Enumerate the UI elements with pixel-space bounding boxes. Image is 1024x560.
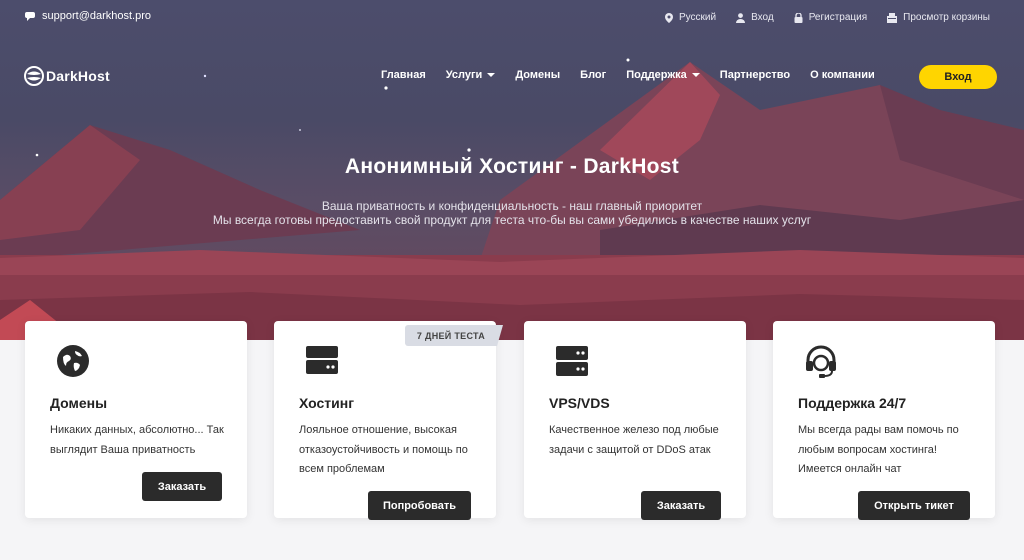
card-description: Никаких данных, абсолютно... Так выгляди… [50,424,224,456]
logo-icon [24,66,44,86]
location-pin-icon [664,12,673,23]
try-hosting-button[interactable]: Попробовать [368,491,471,520]
nav-item-label: Блог [580,69,607,81]
hero-banner: support@darkhost.pro Русский Вход Регист… [0,0,1024,340]
logo[interactable]: DarkHost [24,66,110,86]
nav-item-label: О компании [810,69,875,81]
hero-title: Анонимный Хостинг - DarkHost [344,155,680,178]
chevron-down-icon [487,73,496,77]
server-icon [306,346,338,374]
nav-item-label: Поддержка [626,69,687,81]
user-icon [736,12,746,23]
nav-item-label: Главная [381,69,426,81]
lock-icon [794,12,803,23]
nav-item-partnership[interactable]: Партнерство [720,69,790,81]
nav-item-home[interactable]: Главная [381,69,426,81]
card-description: Лояльное отношение, высокая отказоустойч… [299,424,468,475]
signin-label: Вход [751,12,774,23]
nav-item-domains[interactable]: Домены [515,69,560,81]
open-ticket-button[interactable]: Открыть тикет [858,491,970,520]
hero-subtitle: Ваша приватность и конфиденциальность - … [0,199,1024,227]
card-title: VPS/VDS [549,395,610,411]
hero-subtitle-line2: Мы всегда готовы предоставить свой проду… [212,213,812,227]
card-title: Хостинг [299,395,355,411]
nav-item-label: Партнерство [719,69,791,81]
login-button[interactable]: Вход [919,65,997,89]
card-hosting: Хостинг Лояльное отношение, высокая отка… [274,321,496,520]
card-domains: Домены Никаких данных, абсолютно... Так … [25,321,247,518]
signin-link[interactable]: Вход [736,12,774,23]
card-vps: VPS/VDS Качественное железо под любые за… [524,321,746,520]
language-label: Русский [678,12,717,23]
nav-item-services[interactable]: Услуги [446,69,496,81]
main-nav: DarkHost Главная Услуги Домены Блог Подд… [0,60,1024,94]
register-link[interactable]: Регистрация [794,12,867,23]
card-support: Поддержка 24/7 Мы всегда рады вам помочь… [773,321,995,520]
nav-menu: Главная Услуги Домены Блог Поддержка Пар… [381,69,875,81]
server-stack-icon [556,346,588,376]
trial-ribbon: 7 ДНЕЙ ТЕСТА [405,325,503,346]
chat-bubble-icon [25,12,35,21]
headset-icon [806,345,836,378]
language-link[interactable]: Русский [664,12,717,23]
chevron-down-icon [691,73,700,77]
card-title: Поддержка 24/7 [798,395,907,411]
nav-item-label: Домены [515,69,561,81]
card-title: Домены [50,395,108,411]
card-description: Качественное железо под любые задачи с з… [549,424,719,456]
support-email-text: support@darkhost.pro [42,10,152,22]
support-email[interactable]: support@darkhost.pro [25,10,151,22]
register-label: Регистрация [808,12,868,23]
nav-item-support[interactable]: Поддержка [626,69,700,81]
cart-icon [887,12,898,23]
nav-item-label: Услуги [445,69,483,81]
globe-icon [57,345,89,377]
order-vps-button[interactable]: Заказать [641,491,721,520]
logo-text: DarkHost [46,68,110,84]
nav-item-about[interactable]: О компании [810,69,875,81]
top-bar: support@darkhost.pro Русский Вход Регист… [0,0,1024,36]
order-domain-button[interactable]: Заказать [142,472,222,501]
nav-item-blog[interactable]: Блог [580,69,606,81]
cart-label: Просмотр корзины [903,12,990,23]
card-description: Мы всегда рады вам помочь по любым вопро… [798,424,959,475]
cart-link[interactable]: Просмотр корзины [887,12,990,23]
hero-subtitle-line1: Ваша приватность и конфиденциальность - … [321,199,703,213]
